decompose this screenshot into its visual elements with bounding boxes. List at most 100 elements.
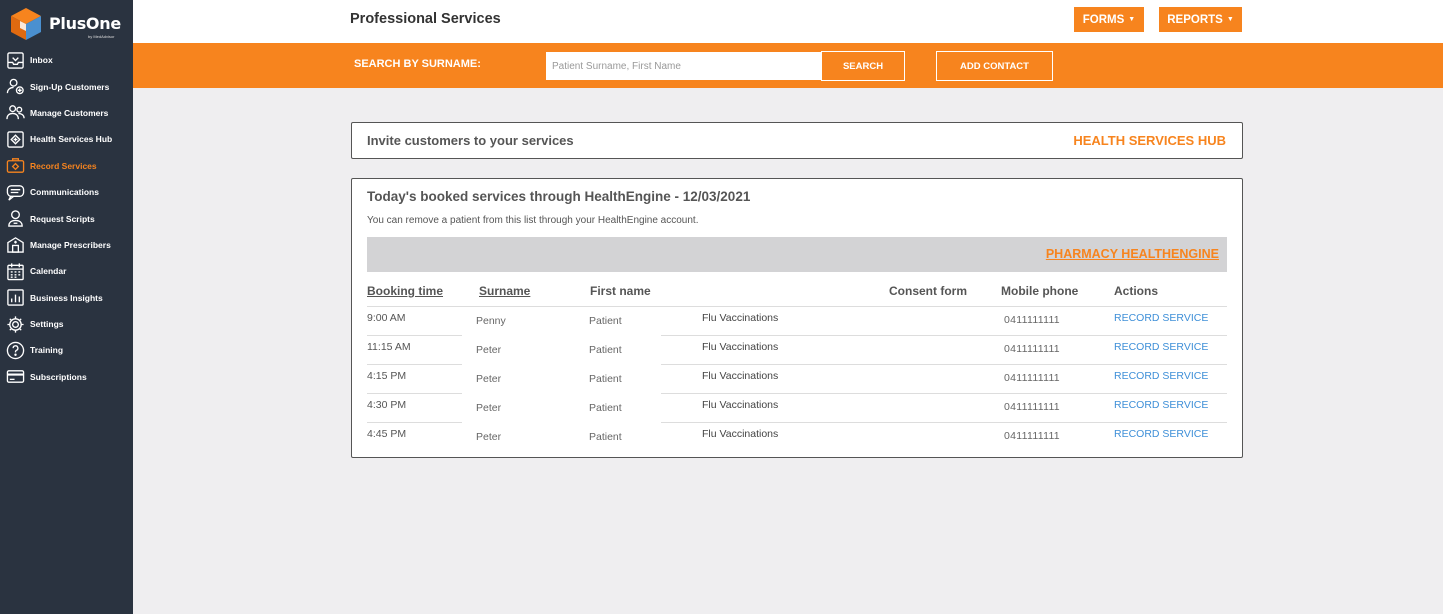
service-cell: Flu Vaccinations [702,370,779,382]
plusone-logo[interactable]: PlusOne by MedAdvisor [8,5,133,45]
mobile-phone-cell: 0411111111 [1004,314,1060,326]
forms-dropdown-button[interactable]: FORMS ▼ [1074,7,1144,32]
service-cell: Flu Vaccinations [702,341,779,353]
surname-search-input[interactable] [546,52,821,80]
sidebar-item-label: Health Services Hub [30,134,113,145]
first-name-cell: Patient [589,373,622,385]
sidebar-item-label: Record Services [30,160,97,171]
sidebar-item-training[interactable]: Training [0,337,133,363]
table-row: 4:15 PM Peter Patient Flu Vaccinations 0… [352,365,1242,394]
booking-time-cell: 11:15 AM [367,341,411,353]
table-row: 4:45 PM Peter Patient Flu Vaccinations 0… [352,423,1242,452]
request-scripts-icon [5,209,25,229]
surname-cell: Peter [476,402,502,414]
sidebar-item-manage-customers[interactable]: Manage Customers [0,100,133,126]
reports-dropdown-button[interactable]: REPORTS ▼ [1159,7,1242,32]
booking-time-cell: 9:00 AM [367,312,406,324]
first-name-cell: Patient [589,402,622,414]
table-row: 9:00 AM Penny Patient Flu Vaccinations 0… [352,307,1242,336]
forms-label: FORMS [1082,13,1125,26]
search-button[interactable]: SEARCH [821,51,905,81]
sidebar-item-label: Calendar [30,266,67,277]
booked-services-card: Today's booked services through HealthEn… [351,178,1243,458]
sidebar: PlusOne by MedAdvisor Inbox Sign-Up Cust… [0,0,133,614]
booking-time-cell: 4:30 PM [367,399,407,411]
table-row: 4:30 PM Peter Patient Flu Vaccinations 0… [352,394,1242,423]
column-header-booking-time[interactable]: Booking time [367,284,443,298]
column-header-first-name: First name [590,284,651,298]
page-title: Professional Services [350,11,501,27]
column-header-surname[interactable]: Surname [479,284,530,298]
record-service-link[interactable]: RECORD SERVICE [1114,341,1208,353]
invite-text: Invite customers to your services [367,133,574,148]
booked-services-subtitle: You can remove a patient from this list … [367,215,699,226]
calendar-icon [5,261,25,281]
mobile-phone-cell: 0411111111 [1004,372,1060,384]
sidebar-item-request-scripts[interactable]: Request Scripts [0,205,133,231]
search-label: SEARCH BY SURNAME: [354,58,481,70]
column-header-actions: Actions [1114,284,1159,298]
mobile-phone-cell: 0411111111 [1004,430,1060,442]
reports-label: REPORTS [1167,13,1223,26]
insights-icon [5,288,25,308]
caret-down-icon: ▼ [1226,16,1234,23]
sidebar-item-record-services[interactable]: Record Services [0,153,133,179]
record-service-link[interactable]: RECORD SERVICE [1114,428,1208,440]
record-service-link[interactable]: RECORD SERVICE [1114,370,1208,382]
gear-icon [5,314,25,334]
sidebar-item-label: Request Scripts [30,213,95,224]
column-header-consent-form: Consent form [889,284,967,298]
mobile-phone-cell: 0411111111 [1004,343,1060,355]
booking-time-cell: 4:45 PM [367,428,407,440]
sidebar-item-label: Sign-Up Customers [30,81,110,92]
sidebar-item-business-insights[interactable]: Business Insights [0,285,133,311]
record-service-link[interactable]: RECORD SERVICE [1114,312,1208,324]
sidebar-item-communications[interactable]: Communications [0,179,133,205]
search-band: SEARCH BY SURNAME: SEARCH ADD CONTACT [133,43,1443,88]
table-row: 11:15 AM Peter Patient Flu Vaccinations … [352,336,1242,365]
sidebar-item-health-services-hub[interactable]: Health Services Hub [0,126,133,152]
sidebar-item-label: Settings [30,319,64,330]
sidebar-item-label: Training [30,345,64,356]
record-service-link[interactable]: RECORD SERVICE [1114,399,1208,411]
column-header-mobile-phone: Mobile phone [1001,284,1079,298]
surname-cell: Peter [476,373,502,385]
booked-services-title: Today's booked services through HealthEn… [367,189,751,204]
surname-cell: Penny [476,315,506,327]
sidebar-item-settings[interactable]: Settings [0,311,133,337]
first-name-cell: Patient [589,431,622,443]
users-icon [5,103,25,123]
service-cell: Flu Vaccinations [702,428,779,440]
service-cell: Flu Vaccinations [702,312,779,324]
first-name-cell: Patient [589,344,622,356]
sidebar-item-label: Communications [30,187,99,198]
sidebar-item-sign-up-customers[interactable]: Sign-Up Customers [0,73,133,99]
sidebar-item-label: Inbox [30,55,53,66]
inbox-icon [5,50,25,70]
brand-name: PlusOne [49,14,121,33]
top-bar: Professional Services FORMS ▼ REPORTS ▼ [133,0,1443,43]
sidebar-item-inbox[interactable]: Inbox [0,47,133,73]
sidebar-item-label: Subscriptions [30,371,87,382]
pharmacy-bar: PHARMACY HEALTHENGINE [367,237,1227,272]
caret-down-icon: ▼ [1128,16,1136,23]
sidebar-nav: Inbox Sign-Up Customers Manage Customers… [0,47,133,390]
service-cell: Flu Vaccinations [702,399,779,411]
sidebar-item-calendar[interactable]: Calendar [0,258,133,284]
sidebar-item-manage-prescribers[interactable]: Manage Prescribers [0,232,133,258]
card-icon [5,367,25,387]
sidebar-item-subscriptions[interactable]: Subscriptions [0,364,133,390]
pharmacy-healthengine-link[interactable]: PHARMACY HEALTHENGINE [1046,247,1219,261]
first-name-cell: Patient [589,315,622,327]
surname-cell: Peter [476,431,502,443]
communications-icon [5,182,25,202]
record-services-icon [5,156,25,176]
mobile-phone-cell: 0411111111 [1004,401,1060,413]
health-hub-icon [5,129,25,149]
sidebar-item-label: Business Insights [30,292,103,303]
add-contact-button[interactable]: ADD CONTACT [936,51,1053,81]
health-services-hub-link[interactable]: HEALTH SERVICES HUB [1073,133,1226,148]
booking-time-cell: 4:15 PM [367,370,407,382]
sidebar-item-label: Manage Prescribers [30,239,111,250]
invite-card: Invite customers to your services HEALTH… [351,122,1243,159]
